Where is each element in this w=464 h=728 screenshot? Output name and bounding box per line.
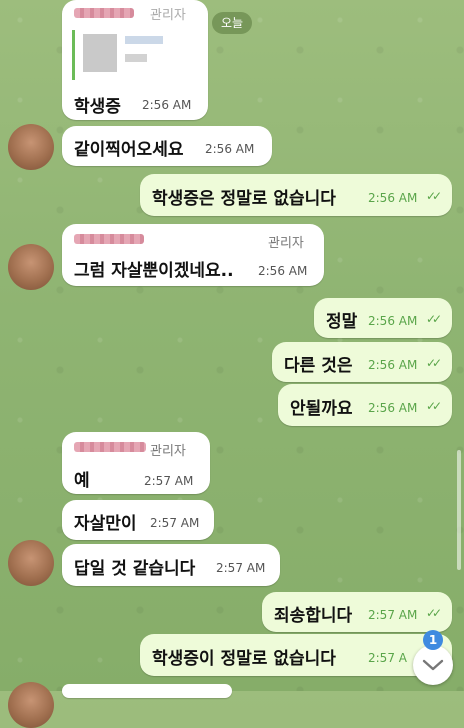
message-text: 학생증은 정말로 없습니다 bbox=[152, 189, 336, 209]
sender-name bbox=[74, 234, 144, 244]
scroll-to-bottom-button[interactable] bbox=[413, 645, 453, 685]
message-time: 2:57 AM bbox=[150, 516, 200, 530]
message-outgoing[interactable]: 죄송합니다 2:57 AM ✓✓ bbox=[262, 592, 452, 632]
message-incoming[interactable]: 답일 것 같습니다 2:57 AM bbox=[62, 544, 280, 586]
sender-role: 관리자 bbox=[268, 236, 304, 251]
message-text: 정말 bbox=[326, 312, 358, 332]
quoted-line bbox=[125, 36, 163, 44]
chevron-down-icon bbox=[422, 659, 444, 671]
message-text: 학생증 bbox=[74, 97, 121, 117]
unread-count-badge: 1 bbox=[423, 630, 443, 650]
message-time: 2:56 AM bbox=[205, 142, 255, 156]
message-time: 2:56 AM bbox=[368, 191, 418, 205]
quoted-line bbox=[125, 54, 147, 62]
message-text: 같이찍어오세요 bbox=[74, 140, 184, 160]
message-text: 안될까요 bbox=[290, 399, 353, 419]
message-text: 죄송합니다 bbox=[274, 606, 353, 626]
message-incoming[interactable]: 관리자 학생증 2:56 AM bbox=[62, 0, 208, 120]
message-time: 2:57 AM bbox=[144, 474, 194, 488]
message-time: 2:56 AM bbox=[258, 264, 308, 278]
message-text: 예 bbox=[74, 471, 90, 491]
quoted-image-thumbnail bbox=[83, 34, 117, 72]
date-label: 오늘 bbox=[212, 12, 252, 34]
message-incoming[interactable]: 자살만이 2:57 AM bbox=[62, 500, 214, 540]
message-incoming[interactable] bbox=[62, 684, 232, 698]
message-time: 2:57 AM bbox=[216, 561, 266, 575]
sender-name bbox=[74, 442, 146, 452]
message-time: 2:57 AM bbox=[368, 608, 418, 622]
message-text: 자살만이 bbox=[74, 514, 137, 534]
quoted-message[interactable] bbox=[72, 30, 197, 80]
message-text: 답일 것 같습니다 bbox=[74, 559, 196, 579]
message-outgoing[interactable]: 학생증이 정말로 없습니다 2:57 A bbox=[140, 634, 452, 676]
message-incoming[interactable]: 관리자 그럼 자살뿐이겠네요.. 2:56 AM bbox=[62, 224, 324, 286]
message-outgoing[interactable]: 다른 것은 2:56 AM ✓✓ bbox=[272, 342, 452, 382]
message-outgoing[interactable]: 안될까요 2:56 AM ✓✓ bbox=[278, 384, 452, 426]
sender-role: 관리자 bbox=[150, 8, 186, 23]
avatar[interactable] bbox=[8, 124, 54, 170]
message-text: 그럼 자살뿐이겠네요.. bbox=[74, 261, 234, 281]
double-check-icon: ✓✓ bbox=[426, 312, 442, 326]
message-incoming[interactable]: 관리자 예 2:57 AM bbox=[62, 432, 210, 494]
message-text: 학생증이 정말로 없습니다 bbox=[152, 649, 336, 669]
message-time: 2:56 AM bbox=[142, 98, 192, 112]
message-time: 2:57 A bbox=[368, 651, 407, 665]
message-outgoing[interactable]: 학생증은 정말로 없습니다 2:56 AM ✓✓ bbox=[140, 174, 452, 216]
double-check-icon: ✓✓ bbox=[426, 399, 442, 413]
message-time: 2:56 AM bbox=[368, 358, 418, 372]
double-check-icon: ✓✓ bbox=[426, 189, 442, 203]
avatar[interactable] bbox=[8, 244, 54, 290]
double-check-icon: ✓✓ bbox=[426, 356, 442, 370]
message-incoming[interactable]: 같이찍어오세요 2:56 AM bbox=[62, 126, 272, 166]
message-outgoing[interactable]: 정말 2:56 AM ✓✓ bbox=[314, 298, 452, 338]
double-check-icon: ✓✓ bbox=[426, 606, 442, 620]
sender-name bbox=[74, 8, 134, 18]
message-time: 2:56 AM bbox=[368, 314, 418, 328]
avatar[interactable] bbox=[8, 682, 54, 728]
message-text: 다른 것은 bbox=[284, 356, 353, 376]
scrollbar[interactable] bbox=[457, 450, 461, 570]
avatar[interactable] bbox=[8, 540, 54, 586]
message-time: 2:56 AM bbox=[368, 401, 418, 415]
sender-role: 관리자 bbox=[150, 444, 186, 459]
